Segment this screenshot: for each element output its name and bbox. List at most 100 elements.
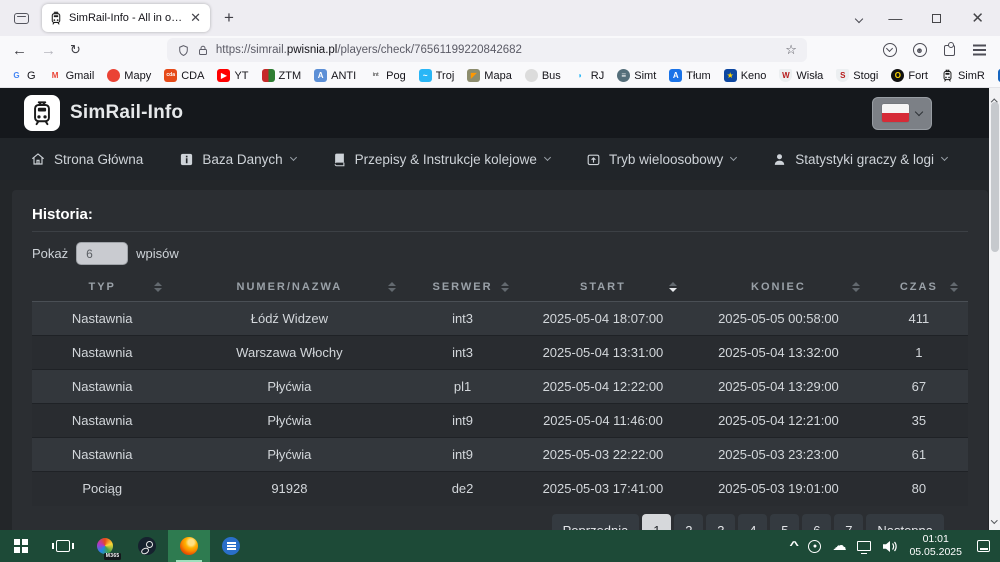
pocket-icon[interactable] — [881, 42, 898, 59]
speaker-icon[interactable] — [882, 540, 898, 553]
onedrive-cloud-icon[interactable]: ☁ — [832, 539, 846, 553]
scrollbar-thumb[interactable] — [991, 102, 999, 252]
close-button[interactable]: ✕ — [971, 9, 984, 27]
table-row: NastawniaPłyćwiaint92025-05-03 22:22:002… — [32, 438, 968, 472]
page-scrollbar[interactable] — [989, 88, 1000, 530]
info-icon — [179, 152, 194, 167]
bookmark-item[interactable]: cdaCDA — [164, 69, 204, 82]
column-header-serwer[interactable]: SERWER — [406, 273, 518, 302]
table-cell: int3 — [406, 302, 518, 336]
start-button[interactable] — [0, 530, 42, 562]
page-size-input[interactable] — [76, 242, 128, 265]
column-header-czas[interactable]: CZAS — [870, 273, 968, 302]
bookmark-item[interactable]: ◗RJ — [574, 69, 604, 82]
page-button-6[interactable]: 6 — [802, 514, 831, 531]
page-button-2[interactable]: 2 — [674, 514, 703, 531]
bookmark-favicon: G — [10, 69, 23, 82]
firefox-button-active[interactable] — [168, 530, 210, 562]
page-button-4[interactable]: 4 — [738, 514, 767, 531]
nav-item-statystyki[interactable]: Statystyki graczy & logi — [772, 152, 947, 167]
sort-icon[interactable] — [501, 282, 509, 292]
copilot-m365-button[interactable]: M365 — [84, 530, 126, 562]
bookmark-item[interactable]: SStogi — [836, 69, 878, 82]
bookmark-item[interactable]: intPog — [369, 69, 406, 82]
tab-close-icon[interactable]: ✕ — [188, 10, 203, 26]
back-button[interactable]: ← — [12, 42, 27, 59]
column-header-numernazwa[interactable]: NUMER/NAZWA — [172, 273, 406, 302]
bookmark-item[interactable]: MGmail — [49, 69, 95, 82]
minimize-button[interactable]: — — [888, 10, 902, 26]
network-icon[interactable] — [857, 541, 871, 551]
table-body: NastawniaŁódź Widzewint32025-05-04 18:07… — [32, 302, 968, 506]
firefox-view-button[interactable] — [8, 6, 34, 30]
bookmark-item[interactable]: AANTI — [314, 69, 356, 82]
nav-item-przepisy[interactable]: Przepisy & Instrukcje kolejowe — [332, 152, 550, 167]
table-cell: de2 — [406, 472, 518, 506]
history-table: TYPNUMER/NAZWASERWERSTARTKONIECCZAS Nast… — [32, 273, 968, 506]
column-header-start[interactable]: START — [519, 273, 687, 302]
shield-icon[interactable] — [177, 44, 190, 57]
maximize-button[interactable] — [932, 14, 941, 23]
page-button-7[interactable]: 7 — [834, 514, 863, 531]
table-cell: Nastawnia — [32, 370, 172, 404]
nav-item-strona-glowna[interactable]: Strona Główna — [30, 151, 143, 167]
column-header-typ[interactable]: TYP — [32, 273, 172, 302]
bookmark-item[interactable]: Mapy — [107, 69, 151, 82]
bookmark-item[interactable]: ▶YT — [217, 69, 248, 82]
scrollbar-down-icon[interactable] — [992, 509, 997, 527]
table-cell: 2025-05-04 11:46:00 — [519, 404, 687, 438]
bookmark-item[interactable]: ZTM — [262, 69, 302, 82]
bookmark-item[interactable]: GG — [10, 69, 36, 82]
clock[interactable]: 01:01 05.05.2025 — [909, 533, 962, 559]
pagination-prev-button[interactable]: Poprzednia — [552, 514, 640, 531]
tray-app-icon[interactable]: ● — [808, 540, 821, 553]
bookmark-favicon — [262, 69, 275, 82]
url-bar[interactable]: https://simrail.pwisnia.pl/players/check… — [167, 38, 807, 62]
new-tab-button[interactable]: + — [218, 8, 240, 28]
bookmark-label: ANTI — [331, 70, 356, 82]
bookmark-item[interactable]: ★Keno — [724, 69, 767, 82]
table-row: Pociąg91928de22025-05-03 17:41:002025-05… — [32, 472, 968, 506]
page-button-5[interactable]: 5 — [770, 514, 799, 531]
divider — [32, 231, 968, 232]
sort-icon[interactable] — [852, 282, 860, 292]
site-logo[interactable] — [24, 95, 60, 131]
sort-icon[interactable] — [950, 282, 958, 292]
column-header-koniec[interactable]: KONIEC — [687, 273, 870, 302]
browser-tab[interactable]: SimRail-Info - All in one page ✕ — [42, 4, 210, 32]
bookmark-item[interactable]: OFort — [891, 69, 928, 82]
bookmark-label: CDA — [181, 70, 204, 82]
forward-button[interactable]: → — [41, 42, 56, 59]
bookmark-item[interactable]: Bus — [525, 69, 561, 82]
steam-button[interactable] — [126, 530, 168, 562]
bookmark-item[interactable]: ~Troj — [419, 69, 455, 82]
sort-icon[interactable] — [154, 282, 162, 292]
account-icon[interactable]: ☻ — [911, 42, 928, 59]
pagination-next-button[interactable]: Następna — [866, 514, 944, 531]
bookmark-item[interactable]: ≡Simt — [617, 69, 656, 82]
language-selector[interactable] — [872, 97, 932, 130]
extensions-puzzle-icon[interactable] — [941, 42, 958, 59]
table-cell: Płyćwia — [172, 404, 406, 438]
tray-expand-chevron-icon[interactable]: ^ — [789, 540, 799, 552]
page-button-1[interactable]: 1 — [642, 514, 671, 531]
bookmark-star-icon[interactable]: ☆ — [785, 42, 797, 58]
bookmark-item[interactable]: SimR — [941, 69, 985, 82]
nav-item-tryb-wieloosobowy[interactable]: Tryb wieloosobowy — [586, 152, 736, 167]
lock-icon[interactable] — [197, 44, 209, 57]
tab-list-chevron-icon[interactable] — [856, 9, 862, 27]
task-view-button[interactable] — [42, 530, 84, 562]
site-brand[interactable]: SimRail-Info — [70, 102, 183, 124]
bookmark-item[interactable]: WWisła — [779, 69, 823, 82]
bookmark-item[interactable]: ◤Mapa — [467, 69, 512, 82]
blue-app-button[interactable] — [210, 530, 252, 562]
sort-icon[interactable] — [669, 282, 677, 292]
menu-hamburger-icon[interactable] — [971, 42, 988, 59]
notification-center-icon[interactable] — [977, 540, 990, 552]
nav-item-baza-danych[interactable]: Baza Danych — [179, 152, 295, 167]
table-cell: int9 — [406, 404, 518, 438]
bookmark-item[interactable]: ATłum — [669, 69, 710, 82]
sort-icon[interactable] — [388, 282, 396, 292]
page-button-3[interactable]: 3 — [706, 514, 735, 531]
reload-button[interactable]: ↻ — [70, 42, 81, 58]
